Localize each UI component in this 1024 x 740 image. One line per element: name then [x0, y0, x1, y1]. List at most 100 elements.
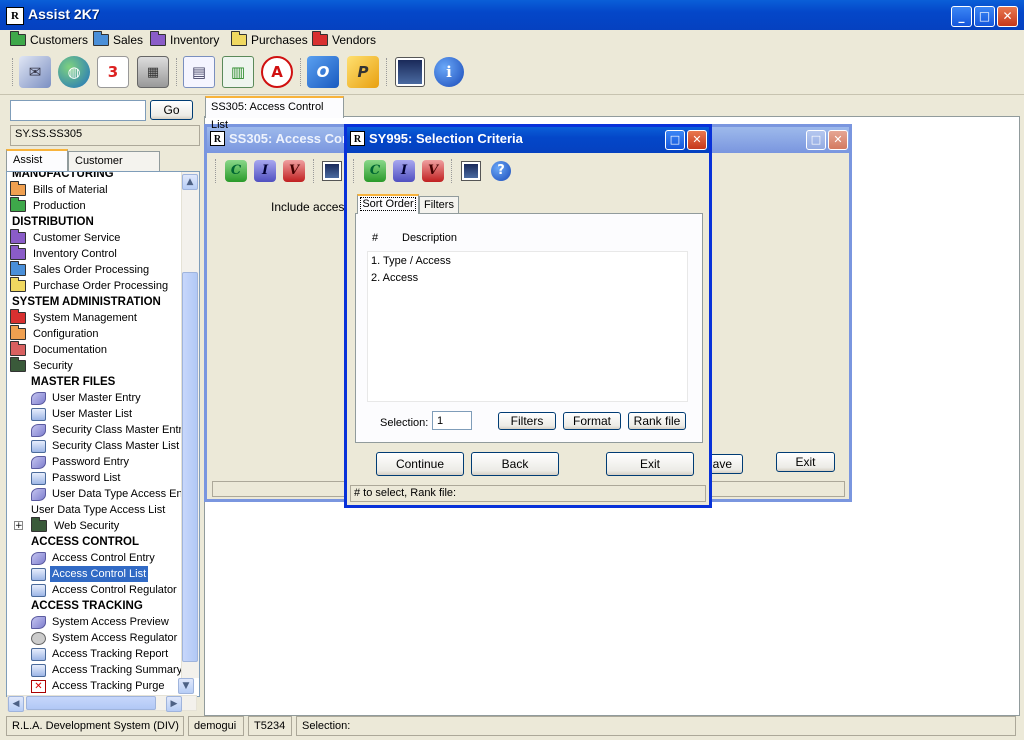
- v-icon[interactable]: V: [283, 160, 305, 182]
- tab-ss305[interactable]: SS305: Access Control List: [205, 96, 344, 131]
- report-icon[interactable]: ▥: [222, 56, 254, 88]
- menu-customers[interactable]: Customers: [10, 31, 88, 48]
- ss305-maximize-button[interactable]: □: [806, 130, 826, 150]
- tree-item[interactable]: User Data Type Access Entry: [31, 486, 197, 502]
- search-input[interactable]: [10, 100, 146, 121]
- go-button[interactable]: Go: [150, 100, 193, 120]
- tree-item[interactable]: Access Tracking Summary: [31, 662, 184, 678]
- tree-item[interactable]: Configuration: [10, 325, 100, 342]
- tree-item[interactable]: Purchase Order Processing: [10, 277, 170, 294]
- tree-scrollbar[interactable]: ▲: [181, 172, 199, 678]
- tree-item[interactable]: Access Control List: [31, 566, 149, 582]
- info-icon[interactable]: i: [434, 57, 464, 87]
- tree-item[interactable]: System Access Preview: [31, 614, 171, 630]
- tree-item[interactable]: Bills of Material: [10, 181, 110, 198]
- mail-icon[interactable]: ✉: [19, 56, 51, 88]
- tree-item[interactable]: User Master Entry: [31, 390, 143, 406]
- toolbar-separator: [215, 159, 218, 183]
- tree-item[interactable]: System Access Regulator: [31, 630, 179, 646]
- form-icon[interactable]: ▤: [183, 56, 215, 88]
- sy995-close-button[interactable]: ✕: [687, 130, 707, 150]
- tree-item-label: System Management: [33, 312, 137, 324]
- tree-item-label: Access Tracking Purge: [52, 680, 165, 692]
- p-icon[interactable]: P: [347, 56, 379, 88]
- folder-icon: [10, 261, 26, 276]
- menu-sales[interactable]: Sales: [93, 31, 143, 48]
- scroll-up-button[interactable]: ▲: [182, 174, 198, 190]
- format-button[interactable]: Format: [563, 412, 621, 430]
- expand-icon[interactable]: +: [14, 521, 23, 531]
- tab-sort-order[interactable]: Sort Order: [357, 194, 419, 214]
- tree-item-label: SYSTEM ADMINISTRATION: [12, 296, 161, 308]
- scroll-down-button[interactable]: ▼: [178, 678, 194, 694]
- scroll-left-button[interactable]: ◀: [8, 696, 24, 712]
- scroll-thumb[interactable]: [182, 272, 198, 662]
- tree-item[interactable]: Password Entry: [31, 454, 131, 470]
- picture-icon[interactable]: [395, 57, 425, 87]
- list-item[interactable]: 1. Type / Access: [371, 255, 451, 267]
- tree-section-header: DISTRIBUTION: [10, 214, 96, 230]
- tab-customer-service[interactable]: Customer Service: [68, 151, 160, 185]
- globe-icon[interactable]: ◍: [58, 56, 90, 88]
- ss305-close-button[interactable]: ✕: [828, 130, 848, 150]
- printer-icon: [31, 471, 46, 485]
- menu-inventory[interactable]: Inventory: [150, 31, 219, 48]
- i-icon[interactable]: I: [254, 160, 276, 182]
- tree-item[interactable]: Password List: [31, 470, 122, 486]
- tree-item[interactable]: Documentation: [10, 341, 109, 358]
- tree-item[interactable]: Security: [10, 357, 75, 374]
- tree-item[interactable]: System Management: [10, 309, 139, 326]
- tree-item[interactable]: User Data Type Access List: [29, 502, 167, 518]
- picture-icon[interactable]: [322, 161, 342, 181]
- tree-hscrollbar[interactable]: ◀ ▶: [7, 695, 197, 712]
- picture-icon[interactable]: [461, 161, 481, 181]
- tree-item[interactable]: Access Control Regulator: [31, 582, 179, 598]
- selection-input[interactable]: [432, 411, 472, 430]
- exit-button[interactable]: Exit: [606, 452, 694, 476]
- tree-item[interactable]: Sales Order Processing: [10, 261, 151, 278]
- ss305-exit-button[interactable]: Exit: [776, 452, 835, 472]
- continue-button[interactable]: Continue: [376, 452, 464, 476]
- v-icon[interactable]: V: [422, 160, 444, 182]
- tree-item[interactable]: Production: [10, 197, 88, 214]
- tree-item[interactable]: Customer Service: [10, 229, 122, 246]
- folder-icon: [231, 31, 247, 46]
- tree-item-label: Access Control List: [50, 566, 149, 582]
- tree-section-header: ACCESS CONTROL: [29, 534, 141, 550]
- help-icon[interactable]: ?: [491, 161, 511, 181]
- tree-item[interactable]: Security Class Master Entry: [31, 422, 190, 438]
- tree-item[interactable]: User Master List: [31, 406, 134, 422]
- tab-assist-2k7[interactable]: Assist 2K7: [6, 149, 68, 184]
- menu-purchases[interactable]: Purchases: [231, 31, 308, 48]
- i-icon[interactable]: I: [393, 160, 415, 182]
- tree-item[interactable]: Security Class Master List: [31, 438, 181, 454]
- filters-button[interactable]: Filters: [498, 412, 556, 430]
- tree-item-label: ACCESS TRACKING: [31, 600, 143, 612]
- menu-vendors[interactable]: Vendors: [312, 31, 376, 48]
- tree-item[interactable]: Inventory Control: [10, 245, 119, 262]
- tree-item[interactable]: Access Control Entry: [31, 550, 157, 566]
- outlook-icon[interactable]: O: [307, 56, 339, 88]
- calculator-icon[interactable]: ▦: [137, 56, 169, 88]
- tree-item[interactable]: ✕ Access Tracking Purge: [31, 678, 167, 694]
- rank-file-button[interactable]: Rank file: [628, 412, 686, 430]
- c-icon[interactable]: C: [225, 160, 247, 182]
- tab-filters[interactable]: Filters: [419, 196, 459, 214]
- sort-order-list[interactable]: 1. Type / Access 2. Access: [367, 251, 688, 402]
- tree-item[interactable]: + Web Security: [14, 517, 121, 534]
- folder-icon: [10, 325, 26, 340]
- c-icon[interactable]: C: [364, 160, 386, 182]
- scroll-right-button[interactable]: ▶: [166, 696, 182, 712]
- back-button[interactable]: Back: [471, 452, 559, 476]
- tree-item[interactable]: Access Tracking Report: [31, 646, 170, 662]
- list-item[interactable]: 2. Access: [371, 272, 418, 284]
- calendar-icon[interactable]: 3: [97, 56, 129, 88]
- acrobat-icon[interactable]: A: [261, 56, 293, 88]
- hscroll-thumb[interactable]: [26, 696, 156, 710]
- close-button[interactable]: ✕: [997, 6, 1018, 27]
- printer-icon: [31, 647, 46, 661]
- tree-item-label: Inventory Control: [33, 248, 117, 260]
- sy995-maximize-button[interactable]: □: [665, 130, 685, 150]
- maximize-button[interactable]: □: [974, 6, 995, 27]
- minimize-button[interactable]: _: [951, 6, 972, 27]
